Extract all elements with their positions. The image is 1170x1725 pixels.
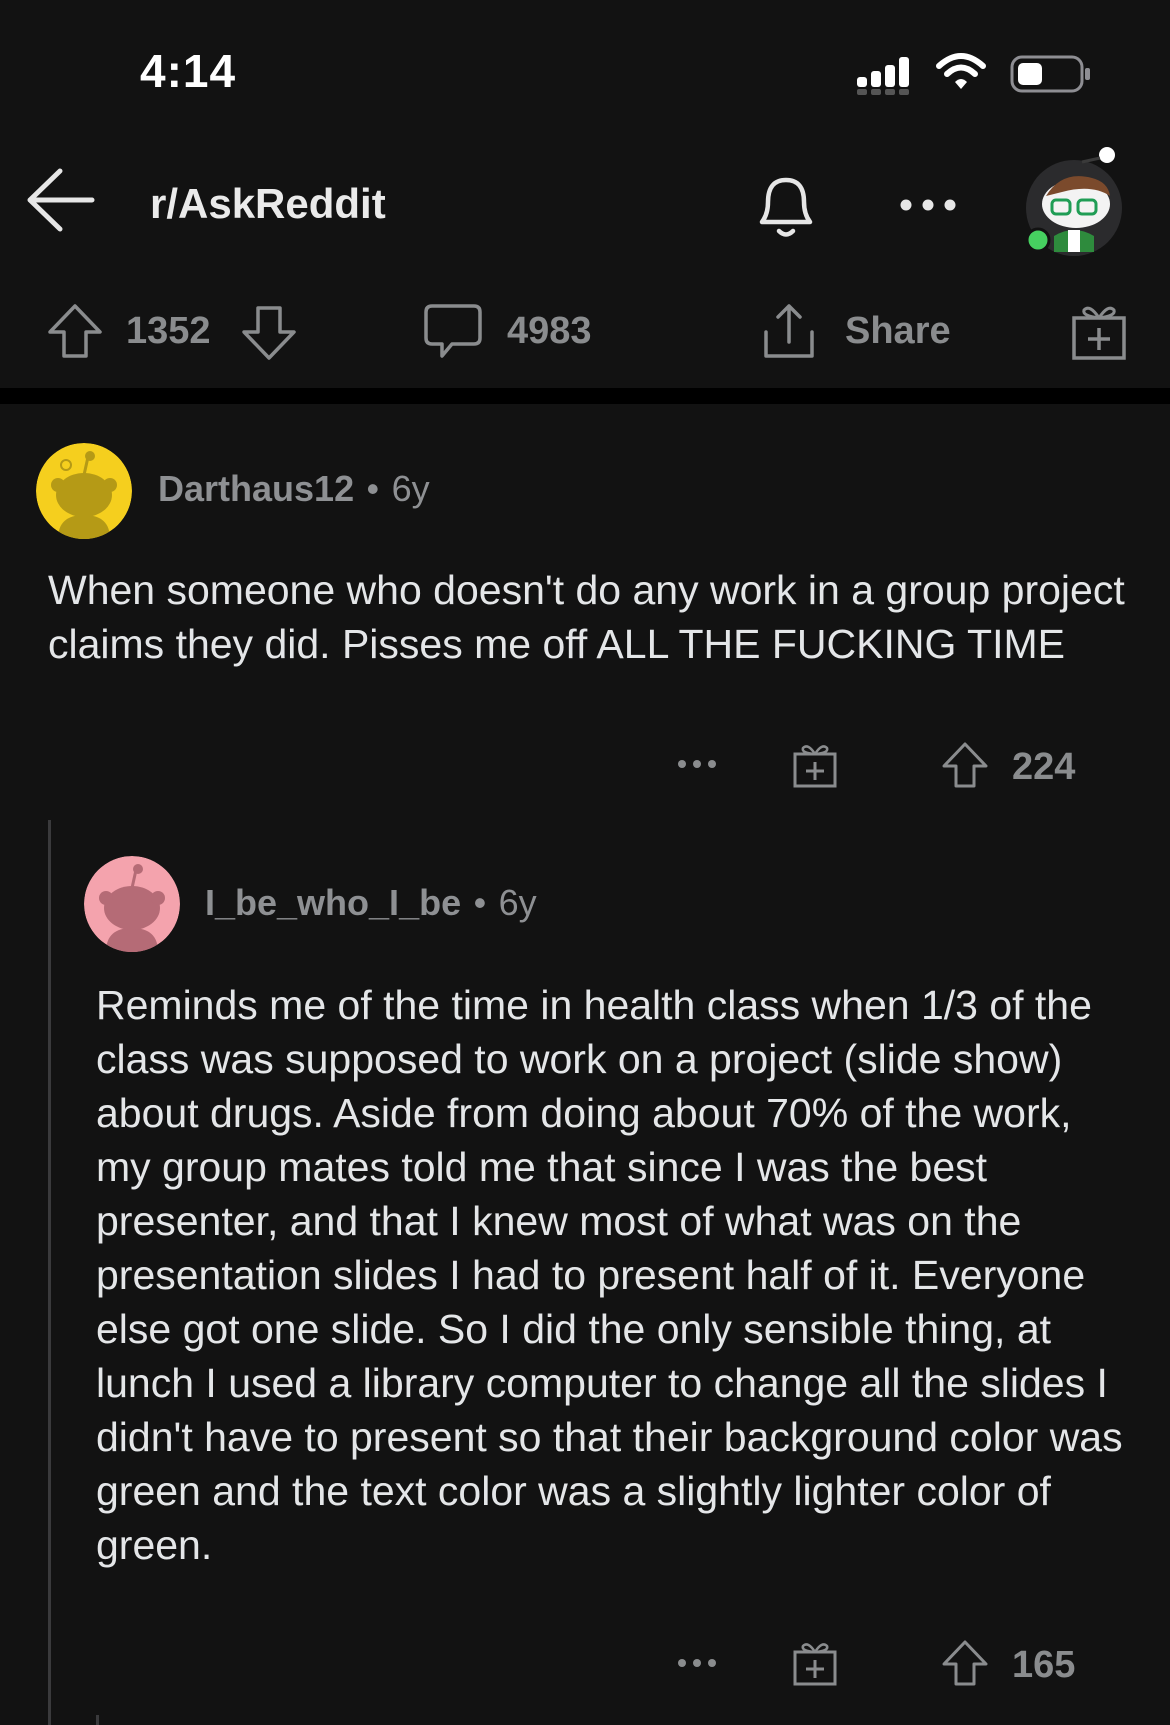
comment-body: When someone who doesn't do any work in …: [48, 567, 1125, 667]
bell-icon[interactable]: [748, 168, 824, 249]
user-avatar[interactable]: [1022, 140, 1148, 271]
thread-line[interactable]: [48, 820, 51, 1725]
reply-score: 165: [1012, 1644, 1076, 1686]
reply-author-avatar[interactable]: [84, 856, 180, 952]
post-score: 1352: [126, 310, 211, 352]
comment-age: 6y: [391, 468, 430, 509]
more-options-icon[interactable]: [898, 195, 962, 220]
comment-icon[interactable]: [422, 300, 484, 367]
comment-award-icon[interactable]: [790, 740, 840, 795]
downvote-icon[interactable]: [238, 302, 300, 369]
reply-upvote-icon[interactable]: [940, 1638, 990, 1693]
comment-count: 4983: [507, 310, 592, 352]
award-gift-icon[interactable]: [1068, 300, 1130, 367]
comment-meta: Darthaus12 • 6y: [158, 468, 430, 510]
reply-award-icon[interactable]: [790, 1638, 840, 1693]
battery-icon: [1010, 55, 1094, 100]
reply-author[interactable]: I_be_who_I_be: [205, 882, 461, 923]
share-icon[interactable]: [758, 300, 820, 367]
comment-author[interactable]: Darthaus12: [158, 468, 354, 509]
reply-meta: I_be_who_I_be • 6y: [205, 882, 537, 924]
back-arrow-icon[interactable]: [22, 165, 98, 240]
upvote-icon[interactable]: [44, 300, 106, 367]
meta-separator: •: [473, 882, 487, 923]
comment-more-icon[interactable]: [676, 756, 718, 777]
comment-upvote-icon[interactable]: [940, 740, 990, 795]
reply-more-icon[interactable]: [676, 1655, 718, 1676]
reply-body: Reminds me of the time in health class w…: [96, 982, 1123, 1568]
comment-score: 224: [1012, 746, 1076, 788]
reply-age: 6y: [498, 882, 537, 923]
section-divider: [0, 388, 1170, 404]
meta-separator: •: [366, 468, 380, 509]
share-button[interactable]: Share: [845, 310, 951, 353]
wifi-icon: [935, 52, 987, 99]
comment-author-avatar[interactable]: [36, 443, 132, 539]
subreddit-title[interactable]: r/AskReddit: [150, 180, 386, 228]
nested-thread-line[interactable]: [96, 1715, 99, 1725]
status-time: 4:14: [140, 45, 237, 97]
cellular-signal-icon: [855, 55, 915, 102]
